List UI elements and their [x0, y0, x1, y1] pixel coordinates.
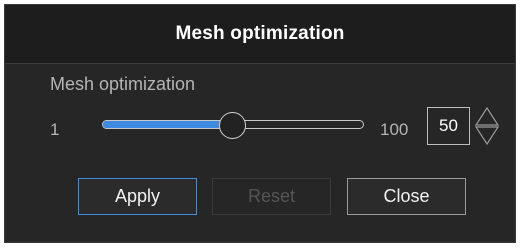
slider-thumb[interactable]: [219, 112, 246, 139]
spinbox-arrows: [474, 107, 500, 145]
mesh-optimization-spinbox[interactable]: 50: [427, 107, 513, 145]
mesh-optimization-slider[interactable]: [102, 112, 364, 139]
mesh-optimization-label: Mesh optimization: [50, 74, 196, 94]
dialog-titlebar: Mesh optimization: [5, 5, 515, 64]
close-button[interactable]: Close: [347, 178, 466, 215]
apply-button[interactable]: Apply: [78, 178, 197, 215]
spinbox-value-field[interactable]: 50: [427, 107, 470, 145]
slider-fill: [103, 121, 231, 128]
mesh-optimization-dialog: Mesh optimization Mesh optimization 1 10…: [4, 4, 516, 243]
slider-max-label: 100: [380, 120, 409, 139]
triangle-up-icon[interactable]: [474, 107, 500, 126]
slider-min-label: 1: [50, 120, 60, 139]
dialog-title: Mesh optimization: [175, 23, 345, 44]
triangle-down-icon[interactable]: [474, 126, 500, 145]
reset-button[interactable]: Reset: [212, 178, 331, 215]
